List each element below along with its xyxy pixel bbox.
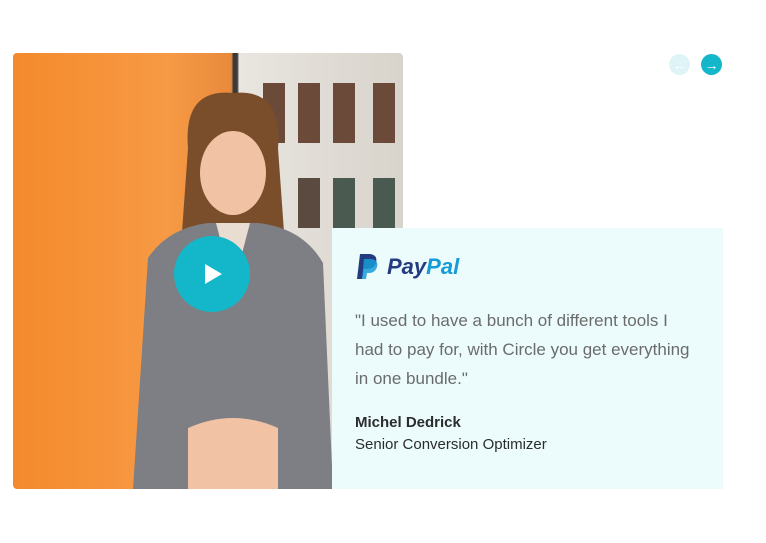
play-icon [205, 264, 222, 284]
prev-button[interactable]: ← [669, 54, 690, 75]
paypal-logo: PayPal [357, 254, 459, 280]
logo-text-pay: Pay [387, 254, 427, 279]
play-video-button[interactable] [174, 236, 250, 312]
logo-text-pal: Pal [426, 254, 460, 279]
author-role: Senior Conversion Optimizer [355, 436, 547, 453]
arrow-left-icon: ← [672, 56, 687, 73]
arrow-right-icon: → [704, 56, 719, 73]
testimonial-quote: "I used to have a bunch of different too… [355, 311, 690, 388]
author-name: Michel Dedrick [355, 414, 461, 431]
next-button[interactable]: → [701, 54, 722, 75]
testimonial-card: PayPal "I used to have a bunch of differ… [332, 228, 723, 489]
paypal-logo-icon [357, 254, 378, 279]
